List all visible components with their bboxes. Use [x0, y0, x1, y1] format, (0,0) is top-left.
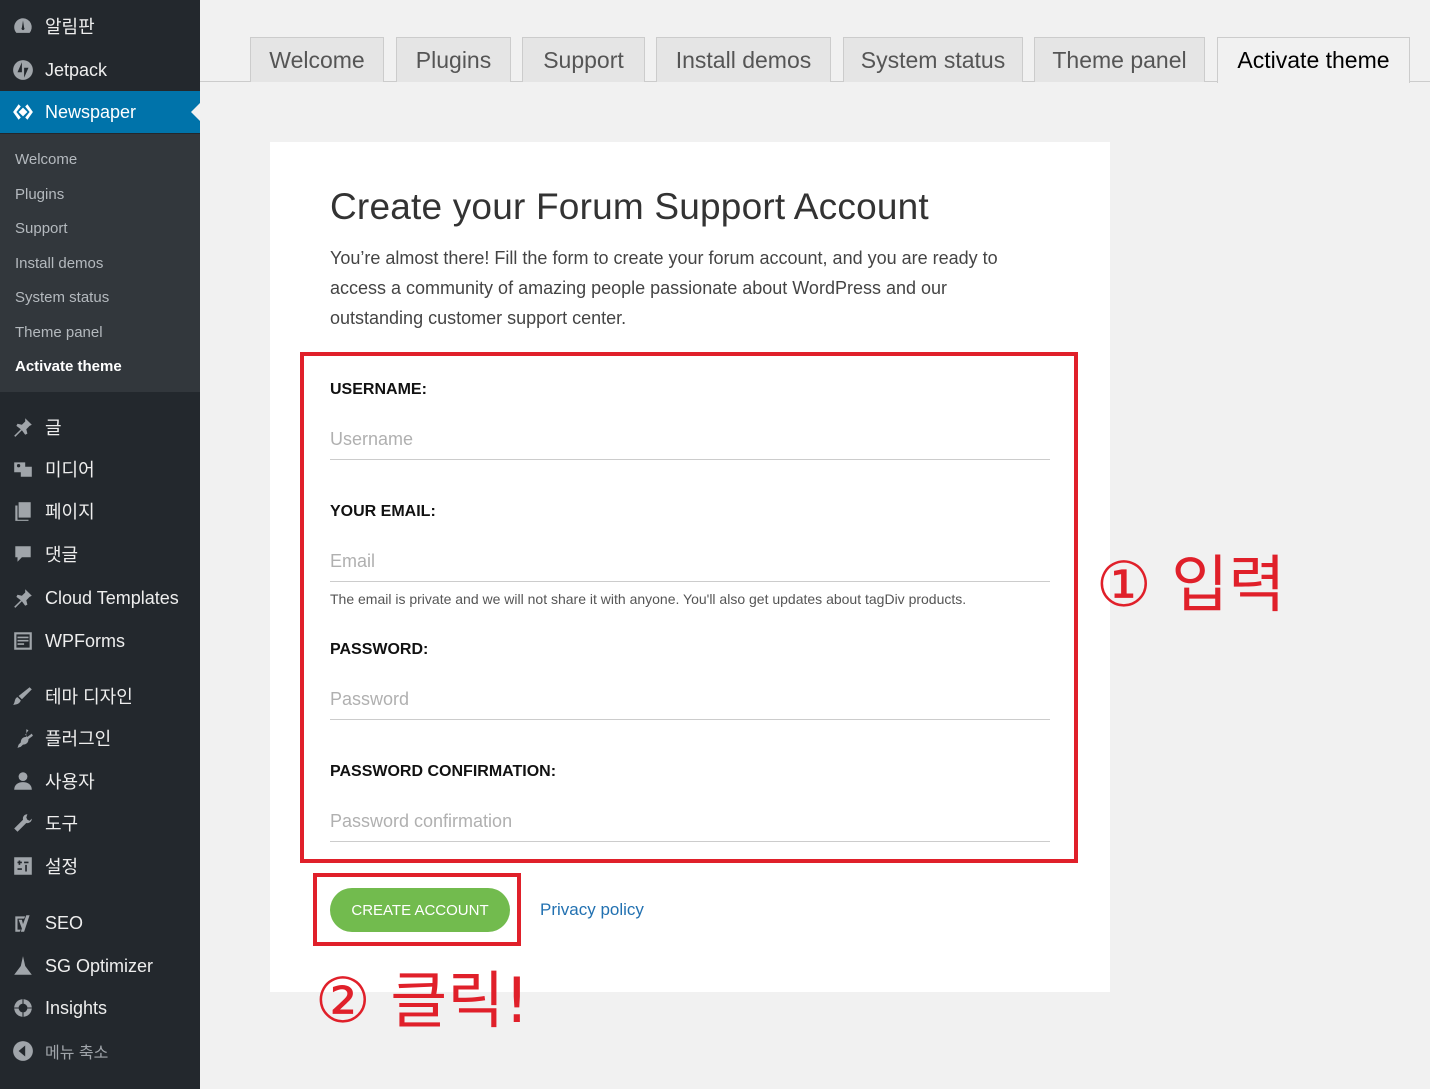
pin-icon: [10, 414, 36, 440]
menu-label: 글: [45, 418, 62, 438]
step1-annotation: ① 입력: [1096, 548, 1286, 621]
collapse-icon: [10, 1038, 36, 1064]
menu-label: SG Optimizer: [45, 955, 154, 976]
input-fields-highlight: [300, 352, 1078, 863]
submenu-theme-panel[interactable]: Theme panel: [15, 324, 103, 341]
menu-wpforms[interactable]: WPForms: [0, 620, 200, 662]
tab-plugins[interactable]: Plugins: [396, 37, 511, 82]
media-icon: [10, 456, 36, 482]
menu-media[interactable]: 미디어: [0, 448, 200, 490]
submenu-activate-theme[interactable]: Activate theme: [15, 358, 122, 375]
menu-label: Newspaper: [45, 101, 137, 122]
sg-optimizer-icon: [10, 953, 36, 979]
menu-tools[interactable]: 도구: [0, 802, 200, 844]
menu-jetpack[interactable]: Jetpack: [0, 49, 200, 91]
menu-label: 테마 디자인: [45, 687, 133, 707]
yoast-icon: [10, 910, 36, 936]
menu-posts[interactable]: 글: [0, 406, 200, 448]
menu-label: WPForms: [45, 630, 125, 651]
form-description: You’re almost there! Fill the form to cr…: [330, 248, 998, 328]
comments-icon: [10, 541, 36, 567]
submenu-system-status[interactable]: System status: [15, 289, 109, 306]
menu-insights[interactable]: Insights: [0, 987, 200, 1029]
menu-pages[interactable]: 페이지: [0, 490, 200, 532]
tab-activate-theme[interactable]: Activate theme: [1217, 37, 1410, 83]
plugins-icon: [10, 725, 36, 751]
menu-settings[interactable]: 설정: [0, 845, 200, 887]
tab-theme-panel[interactable]: Theme panel: [1034, 37, 1205, 82]
submenu-plugins[interactable]: Plugins: [15, 186, 64, 203]
menu-label: 설정: [45, 857, 79, 877]
form-title: Create your Forum Support Account: [330, 186, 929, 227]
pages-icon: [10, 498, 36, 524]
forms-icon: [10, 628, 36, 654]
privacy-policy-link[interactable]: Privacy policy: [540, 900, 644, 920]
tools-icon: [10, 810, 36, 836]
menu-label: 페이지: [45, 502, 95, 522]
appearance-icon: [10, 683, 36, 709]
admin-sidebar: 알림판 Jetpack Newspaper Welcome Plugins Su…: [0, 0, 200, 1089]
jetpack-icon: [10, 57, 36, 83]
menu-seo[interactable]: SEO: [0, 902, 200, 944]
menu-label: Cloud Templates: [45, 587, 179, 608]
submenu-welcome[interactable]: Welcome: [15, 151, 77, 168]
menu-label: Jetpack: [45, 59, 108, 80]
step2-annotation: ② 클릭!: [315, 964, 530, 1037]
menu-label: 알림판: [45, 17, 95, 37]
menu-label: SEO: [45, 912, 84, 933]
newspaper-icon: [10, 99, 36, 125]
create-button-highlight: [313, 873, 521, 946]
tab-support[interactable]: Support: [522, 37, 645, 82]
menu-users[interactable]: 사용자: [0, 760, 200, 802]
theme-tabs: Welcome Plugins Support Install demos Sy…: [200, 0, 1430, 83]
menu-sg-optimizer[interactable]: SG Optimizer: [0, 945, 200, 987]
menu-newspaper[interactable]: Newspaper: [0, 91, 200, 133]
menu-label: 댓글: [45, 545, 79, 565]
dashboard-icon: [10, 13, 36, 39]
users-icon: [10, 768, 36, 794]
menu-dashboard[interactable]: 알림판: [0, 5, 200, 47]
menu-plugins[interactable]: 플러그인: [0, 717, 200, 759]
newspaper-submenu: Welcome Plugins Support Install demos Sy…: [0, 134, 200, 392]
tab-welcome[interactable]: Welcome: [250, 37, 384, 82]
insights-icon: [10, 995, 36, 1021]
pin-icon: [10, 585, 36, 611]
menu-label: 미디어: [45, 460, 95, 480]
settings-icon: [10, 853, 36, 879]
menu-label: 플러그인: [45, 729, 112, 749]
menu-label: 도구: [45, 814, 79, 834]
menu-collapse[interactable]: 메뉴 축소: [0, 1030, 200, 1072]
tab-system-status[interactable]: System status: [843, 37, 1023, 82]
menu-label: 메뉴 축소: [45, 1045, 109, 1062]
submenu-support[interactable]: Support: [15, 220, 68, 237]
menu-cloud-templates[interactable]: Cloud Templates: [0, 577, 200, 619]
menu-label: Insights: [45, 997, 108, 1018]
menu-appearance[interactable]: 테마 디자인: [0, 675, 200, 717]
tab-install-demos[interactable]: Install demos: [656, 37, 831, 82]
menu-comments[interactable]: 댓글: [0, 533, 200, 575]
submenu-install-demos[interactable]: Install demos: [15, 255, 103, 272]
menu-label: 사용자: [45, 772, 95, 792]
